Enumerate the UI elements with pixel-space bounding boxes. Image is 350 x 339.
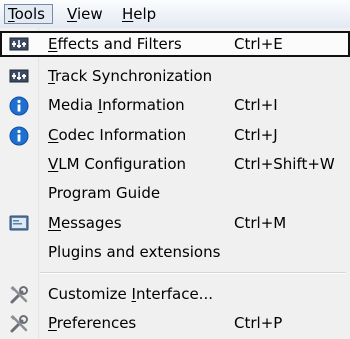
shortcut-label: Ctrl+P <box>234 314 283 332</box>
equalizer-icon <box>9 35 29 53</box>
menu-item-effects-and-filters[interactable]: Effects and Filters Ctrl+E <box>0 31 350 57</box>
menu-item-media-information[interactable]: Media Information Ctrl+I <box>0 92 350 118</box>
shortcut-label: Ctrl+Shift+W <box>234 155 335 173</box>
tools-icon <box>9 285 29 304</box>
menu-separator <box>40 272 346 274</box>
menu-item-plugins-and-extensions[interactable]: Plugins and extensions <box>0 239 350 265</box>
shortcut-label: Ctrl+I <box>234 96 278 114</box>
menu-item-label: Program Guide <box>48 184 161 202</box>
terminal-icon <box>9 214 29 232</box>
menu-item-label: Track Synchronization <box>48 67 213 85</box>
menu-item-label: Customize Interface... <box>48 285 213 303</box>
menu-item-vlm-configuration[interactable]: VLM Configuration Ctrl+Shift+W <box>0 151 350 177</box>
menu-item-label: Effects and Filters <box>48 35 182 53</box>
menu-item-label: Plugins and extensions <box>48 243 221 261</box>
menu-item-track-synchronization[interactable]: Track Synchronization <box>0 63 350 89</box>
menu-item-program-guide[interactable]: Program Guide <box>0 180 350 206</box>
info-icon <box>9 126 29 146</box>
menu-item-preferences[interactable]: Preferences Ctrl+P <box>0 310 350 336</box>
menu-bar: Tools View Help <box>0 0 350 29</box>
tools-dropdown-menu: Effects and Filters Ctrl+E Track Synchro… <box>0 28 350 339</box>
menu-view[interactable]: View <box>63 4 107 24</box>
equalizer-icon <box>9 67 29 85</box>
shortcut-label: Ctrl+J <box>234 126 278 144</box>
menu-item-label: VLM Configuration <box>48 155 187 173</box>
menu-tools[interactable]: Tools <box>4 4 53 24</box>
tools-icon <box>9 314 29 333</box>
menu-item-messages[interactable]: Messages Ctrl+M <box>0 210 350 236</box>
info-icon <box>9 96 29 116</box>
menu-help[interactable]: Help <box>118 4 160 24</box>
menu-item-customize-interface[interactable]: Customize Interface... <box>0 281 350 307</box>
menu-item-label: Messages <box>48 214 122 232</box>
menu-item-label: Codec Information <box>48 126 187 144</box>
menu-item-label: Preferences <box>48 314 137 332</box>
shortcut-label: Ctrl+M <box>234 214 287 232</box>
menu-item-label: Media Information <box>48 96 185 114</box>
menu-item-codec-information[interactable]: Codec Information Ctrl+J <box>0 122 350 148</box>
shortcut-label: Ctrl+E <box>234 35 283 53</box>
